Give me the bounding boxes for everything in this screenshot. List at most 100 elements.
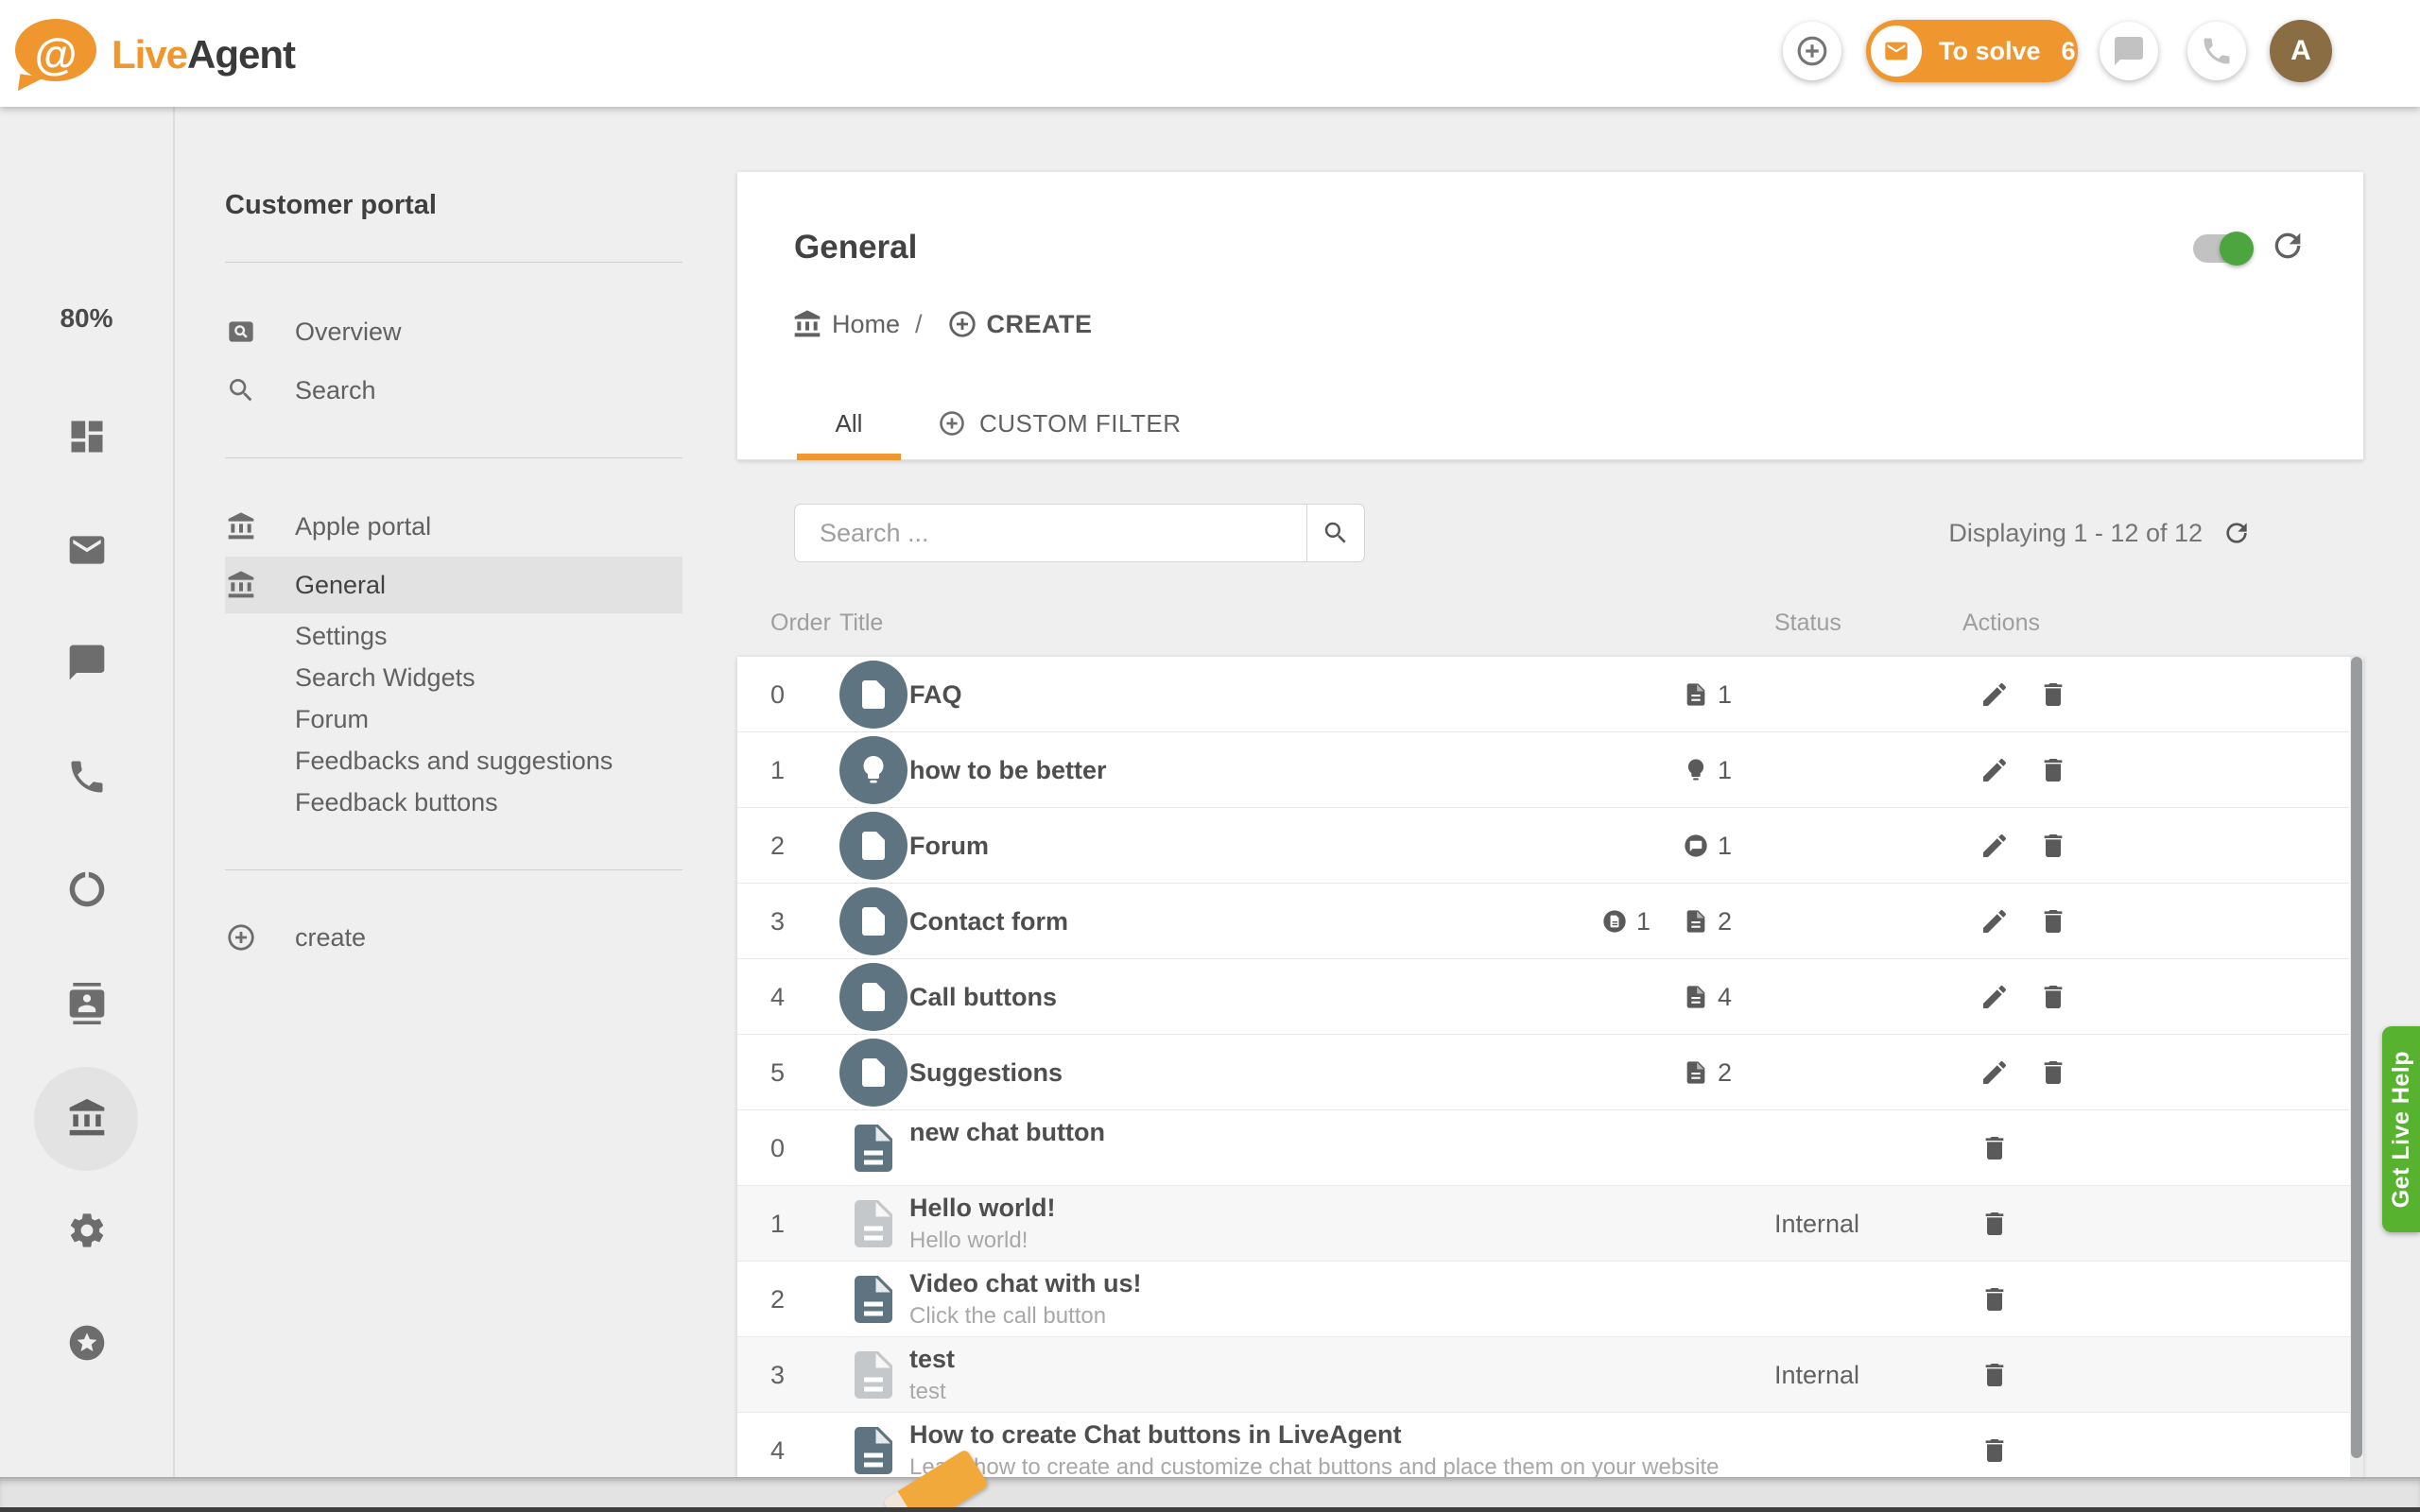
document-circle-icon — [839, 661, 908, 729]
table-row-hello-world[interactable]: 1 Hello world! Hello world! Internal — [737, 1186, 2363, 1262]
rail-item-dashboard[interactable] — [0, 406, 173, 467]
avatar[interactable]: A — [2270, 20, 2332, 82]
chats-button[interactable] — [2100, 22, 2158, 80]
trash-icon — [2038, 755, 2068, 785]
calls-button[interactable] — [2187, 22, 2246, 80]
row-title[interactable]: test — [909, 1345, 955, 1374]
delete-button[interactable] — [2034, 978, 2072, 1016]
edit-button[interactable] — [1976, 751, 2014, 789]
search-group — [794, 504, 1365, 562]
get-live-help-tab[interactable]: Get Live Help — [2382, 1026, 2420, 1232]
rail-item-reports[interactable] — [0, 859, 173, 919]
to-solve-button[interactable]: To solve 6 — [1866, 20, 2078, 82]
delete-button[interactable] — [2034, 827, 2072, 865]
search-input[interactable] — [794, 504, 1306, 562]
bottom-band — [0, 1477, 2420, 1512]
sidebar-item-search-widgets[interactable]: Search Widgets — [225, 657, 683, 698]
column-status: Status — [1774, 610, 1841, 637]
tab-custom-filter[interactable]: CUSTOM FILTER — [938, 387, 1182, 460]
delete-button[interactable] — [2034, 1054, 2072, 1091]
sidebar-item-overview[interactable]: Overview — [225, 303, 683, 360]
divider — [225, 457, 683, 458]
badge-count: 1 — [1718, 680, 1732, 710]
sidebar-item-feedback-buttons[interactable]: Feedback buttons — [225, 782, 683, 823]
sidebar-item-apple-portal[interactable]: Apple portal — [225, 498, 683, 555]
refresh-list-button[interactable] — [2221, 518, 2252, 548]
chat-count-icon — [1683, 833, 1709, 859]
delete-button[interactable] — [2034, 902, 2072, 940]
table-row-new-chat-button[interactable]: 0 new chat button — [737, 1110, 2363, 1186]
chat-icon — [66, 642, 108, 683]
sidebar-item-general[interactable]: General — [225, 557, 683, 613]
rail-item-calls[interactable] — [0, 747, 173, 807]
table-row-call-buttons[interactable]: 4 Call buttons 4 — [737, 959, 2363, 1035]
sidebar-item-settings[interactable]: Settings — [225, 615, 683, 657]
table-scrollbar[interactable] — [2350, 657, 2363, 1512]
file-icon — [845, 1195, 902, 1252]
sidebar-item-feedbacks[interactable]: Feedbacks and suggestions — [225, 740, 683, 782]
delete-button[interactable] — [1976, 1205, 2014, 1243]
edit-button[interactable] — [1976, 827, 2014, 865]
edit-button[interactable] — [1976, 1054, 2014, 1091]
table-row-suggestions[interactable]: 5 Suggestions 2 — [737, 1035, 2363, 1110]
row-order: 5 — [770, 1035, 827, 1110]
row-title[interactable]: new chat button — [909, 1118, 1105, 1147]
rail-item-configuration[interactable] — [0, 1200, 173, 1261]
breadcrumb-home[interactable]: Home — [832, 310, 900, 339]
delete-button[interactable] — [1976, 1129, 2014, 1167]
rail-item-customer-portal[interactable] — [0, 1088, 173, 1148]
rail-item-contacts[interactable] — [0, 973, 173, 1034]
table-row-test[interactable]: 3 test test Internal — [737, 1337, 2363, 1413]
delete-button[interactable] — [1976, 1280, 2014, 1318]
table-header: Order Title Status Actions — [737, 602, 2363, 647]
pencil-icon — [1979, 755, 2010, 785]
add-new-button[interactable] — [1783, 22, 1841, 80]
row-title[interactable]: Forum — [909, 808, 989, 884]
rail-item-tickets[interactable] — [0, 520, 173, 580]
tab-all[interactable]: All — [797, 387, 901, 460]
table-row-forum[interactable]: 2 Forum 1 — [737, 808, 2363, 884]
badge-count: 4 — [1718, 983, 1732, 1012]
row-subtitle: Hello world! — [909, 1228, 1028, 1254]
edit-button[interactable] — [1976, 676, 2014, 713]
row-title[interactable]: Video chat with us! — [909, 1269, 1142, 1298]
row-title[interactable]: Contact form — [909, 884, 1068, 959]
edit-button[interactable] — [1976, 902, 2014, 940]
table-row-video-chat[interactable]: 2 Video chat with us! Click the call but… — [737, 1262, 2363, 1337]
row-title[interactable]: Suggestions — [909, 1035, 1063, 1110]
row-title[interactable]: how to be better — [909, 732, 1107, 808]
pagination-info: Displaying 1 - 12 of 12 — [1893, 504, 2252, 562]
table-row-how-to-be-better[interactable]: 1 how to be better 1 — [737, 732, 2363, 808]
edit-button[interactable] — [1976, 978, 2014, 1016]
breadcrumb-create[interactable]: CREATE — [987, 310, 1093, 339]
page-title: General — [794, 229, 917, 266]
search-button[interactable] — [1306, 504, 1365, 562]
row-title[interactable]: Call buttons — [909, 959, 1057, 1035]
table-row-faq[interactable]: 0 FAQ 1 — [737, 657, 2363, 732]
rail-item-gamification[interactable] — [0, 1313, 173, 1373]
row-title[interactable]: Hello world! — [909, 1194, 1056, 1223]
document-circle-icon — [839, 812, 908, 880]
sidebar-item-create[interactable]: create — [225, 909, 683, 966]
search-icon — [225, 374, 257, 406]
sidebar-item-forum[interactable]: Forum — [225, 698, 683, 740]
rail-item-chats[interactable] — [0, 632, 173, 693]
sidebar-title: Customer portal — [225, 190, 437, 221]
trash-icon — [2038, 982, 2068, 1012]
row-title[interactable]: FAQ — [909, 657, 962, 732]
pencil-icon — [1979, 679, 2010, 710]
sidebar-item-search[interactable]: Search — [225, 362, 683, 419]
delete-button[interactable] — [1976, 1432, 2014, 1469]
row-subtitle: test — [909, 1379, 946, 1405]
scrollbar-thumb[interactable] — [2351, 657, 2362, 1458]
row-title[interactable]: How to create Chat buttons in LiveAgent — [909, 1420, 1402, 1450]
table-row-contact-form[interactable]: 3 Contact form 1 2 — [737, 884, 2363, 959]
refresh-button[interactable] — [2269, 227, 2307, 265]
status-badge: Internal — [1774, 1186, 1859, 1262]
liveagent-logo[interactable]: @ LiveAgent — [15, 11, 299, 96]
delete-button[interactable] — [2034, 751, 2072, 789]
delete-button[interactable] — [2034, 676, 2072, 713]
usage-percent: 80% — [0, 303, 173, 334]
portal-enabled-toggle[interactable] — [2193, 234, 2252, 263]
delete-button[interactable] — [1976, 1356, 2014, 1394]
